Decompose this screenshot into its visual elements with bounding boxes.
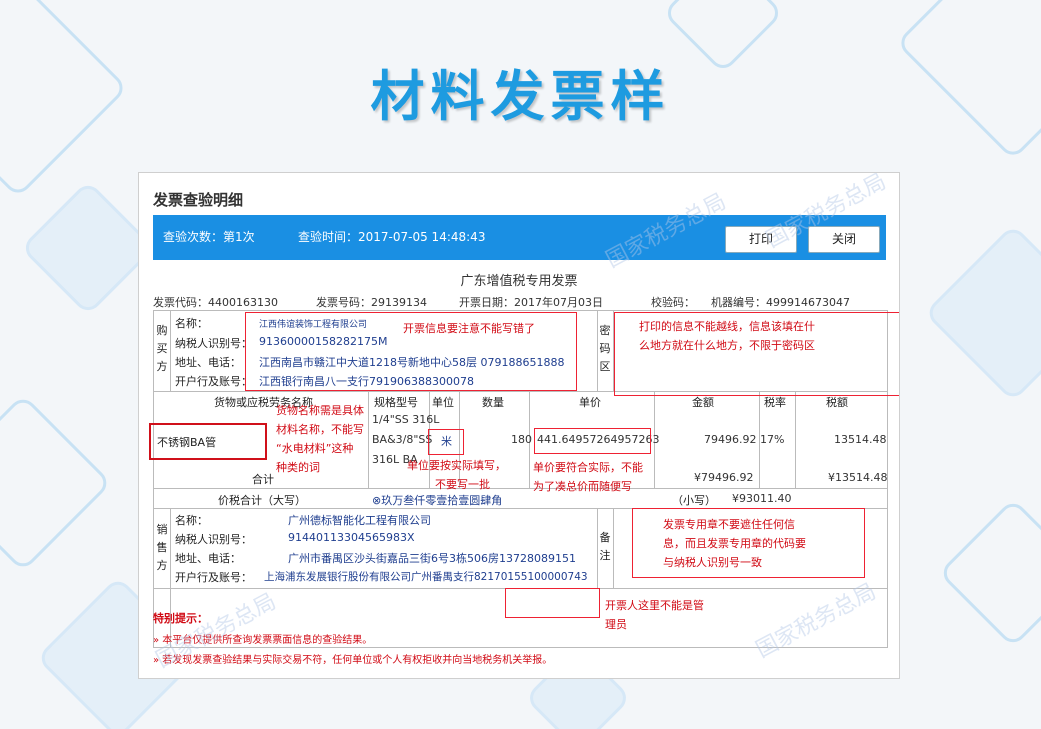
check-code: 校验码： bbox=[651, 296, 695, 309]
price-highlight bbox=[534, 428, 651, 454]
item-spec-line: BA&3/8"SS bbox=[372, 433, 433, 446]
invoice-date: 开票日期：2017年07月03日 bbox=[459, 296, 603, 309]
buyer-note: 开票信息要注意不能写错了 bbox=[403, 322, 535, 335]
machine-number: 机器编号：499914673047 bbox=[711, 296, 850, 309]
close-button[interactable]: 关闭 bbox=[808, 226, 880, 253]
seller-address-label: 地址、电话： bbox=[175, 552, 241, 565]
issuer-note: 开票人这里不能是管 理员 bbox=[605, 596, 704, 634]
note-line: 不要写一批 bbox=[435, 478, 490, 491]
item-tax: 13514.48 bbox=[834, 433, 887, 446]
item-rate: 17% bbox=[760, 433, 785, 446]
buyer-section-char: 方 bbox=[156, 360, 168, 373]
buyer-tax-id-label: 纳税人识别号： bbox=[175, 337, 252, 350]
total-amount: ¥79496.92 bbox=[694, 471, 754, 484]
invoice-verification-screenshot: 发票查验明细 查验次数：第1次 查验时间：2017-07-05 14:48:43… bbox=[138, 172, 900, 679]
goods-note: 货物名称需是具体 材料名称，不能写 “水电材料”这种 种类的词 bbox=[276, 401, 364, 477]
note-line: 打印的信息不能越线，信息该填在什 bbox=[639, 320, 815, 333]
remarks-char: 注 bbox=[599, 549, 611, 562]
note-line: 货物名称需是具体 bbox=[276, 404, 364, 417]
seller-bank-label: 开户行及账号： bbox=[175, 571, 252, 584]
note-line: 单价要符合实际，不能 bbox=[533, 461, 643, 474]
note-line: 为了凑总价而随便写 bbox=[533, 480, 632, 493]
grand-total-label: 价税合计（大写） bbox=[218, 494, 306, 507]
seller-name-value: 广州德标智能化工程有限公司 bbox=[288, 514, 431, 527]
password-area-char: 密 bbox=[599, 324, 611, 337]
seller-section-char: 销 bbox=[156, 523, 168, 536]
warning-title: 特别提示： bbox=[153, 612, 208, 625]
seller-address-value: 广州市番禺区沙头街嘉品三街6号3栋506房13728089151 bbox=[288, 552, 576, 565]
grand-small-label: （小写） bbox=[672, 494, 716, 507]
col-qty: 数量 bbox=[482, 396, 504, 409]
password-note: 打印的信息不能越线，信息该填在什 么地方就在什么地方，不限于密码区 bbox=[639, 317, 815, 355]
col-price: 单价 bbox=[579, 396, 601, 409]
slide-title: 材料发票样 bbox=[370, 64, 671, 128]
warning-item: » 若发现发票查验结果与实际交易不符，任何单位或个人有权拒收并向当地税务机关举报… bbox=[153, 655, 553, 666]
grand-total-words: ⊗玖万叁仟零壹拾壹圆肆角 bbox=[372, 494, 503, 507]
panel-title: 发票查验明细 bbox=[153, 191, 244, 209]
item-amount: 79496.92 bbox=[704, 433, 757, 446]
password-area-char: 区 bbox=[599, 360, 611, 373]
query-time: 查验时间：2017-07-05 14:48:43 bbox=[298, 230, 486, 244]
seller-section-char: 售 bbox=[156, 541, 168, 554]
goods-name-highlight bbox=[149, 423, 267, 460]
col-amount: 金额 bbox=[692, 396, 714, 409]
note-line: 发票专用章不要遮住任何信 bbox=[663, 518, 795, 531]
item-spec-line: 1/4"SS 316L bbox=[372, 413, 440, 426]
note-line: 么地方就在什么地方，不限于密码区 bbox=[639, 339, 815, 352]
buyer-section-char: 买 bbox=[156, 342, 168, 355]
buyer-bank-label: 开户行及账号： bbox=[175, 375, 252, 388]
unit-note: 单位要按实际填写， 不要写一批 bbox=[407, 456, 506, 494]
note-line: 材料名称，不能写 bbox=[276, 423, 364, 436]
info-toolbar: 查验次数：第1次 查验时间：2017-07-05 14:48:43 打印 关闭 bbox=[153, 215, 886, 260]
col-unit: 单位 bbox=[432, 396, 454, 409]
seller-section-char: 方 bbox=[156, 559, 168, 572]
issuer-highlight bbox=[505, 588, 600, 618]
invoice-code: 发票代码：4400163130 bbox=[153, 296, 278, 309]
query-count: 查验次数：第1次 bbox=[163, 230, 255, 244]
warning-item: » 本平台仅提供所查询发票票面信息的查验结果。 bbox=[153, 635, 373, 646]
password-area-char: 码 bbox=[599, 342, 611, 355]
buyer-section-char: 购 bbox=[156, 324, 168, 337]
print-button[interactable]: 打印 bbox=[725, 226, 797, 253]
note-line: 息，而且发票专用章的代码要 bbox=[663, 537, 806, 550]
seller-name-label: 名称： bbox=[175, 514, 208, 527]
seller-tax-id-label: 纳税人识别号： bbox=[175, 533, 252, 546]
total-label: 合计 bbox=[252, 473, 274, 486]
col-rate: 税率 bbox=[764, 396, 786, 409]
seller-bank-value: 上海浦东发展银行股份有限公司广州番禺支行82170155100000743 bbox=[264, 571, 588, 583]
invoice-title: 广东增值税专用发票 bbox=[460, 274, 578, 289]
remarks-char: 备 bbox=[599, 531, 611, 544]
seal-note: 发票专用章不要遮住任何信 息，而且发票专用章的代码要 与纳税人识别号一致 bbox=[663, 515, 806, 572]
buyer-address-label: 地址、电话： bbox=[175, 356, 241, 369]
col-spec: 规格型号 bbox=[374, 396, 418, 409]
note-line: 种类的词 bbox=[276, 461, 320, 474]
grand-small-value: ¥93011.40 bbox=[732, 492, 792, 505]
note-line: 与纳税人识别号一致 bbox=[663, 556, 762, 569]
col-tax: 税额 bbox=[826, 396, 848, 409]
note-line: 单位要按实际填写， bbox=[407, 459, 506, 472]
note-line: “水电材料”这种 bbox=[276, 442, 354, 455]
unit-highlight bbox=[428, 429, 464, 455]
item-qty: 180 bbox=[511, 433, 532, 446]
price-note: 单价要符合实际，不能 为了凑总价而随便写 bbox=[533, 458, 643, 496]
total-tax: ¥13514.48 bbox=[828, 471, 888, 484]
invoice-number: 发票号码：29139134 bbox=[316, 296, 427, 309]
note-line: 理员 bbox=[605, 618, 627, 631]
buyer-name-label: 名称： bbox=[175, 317, 208, 330]
seller-tax-id-value: 91440113304565983X bbox=[288, 531, 415, 544]
note-line: 开票人这里不能是管 bbox=[605, 599, 704, 612]
